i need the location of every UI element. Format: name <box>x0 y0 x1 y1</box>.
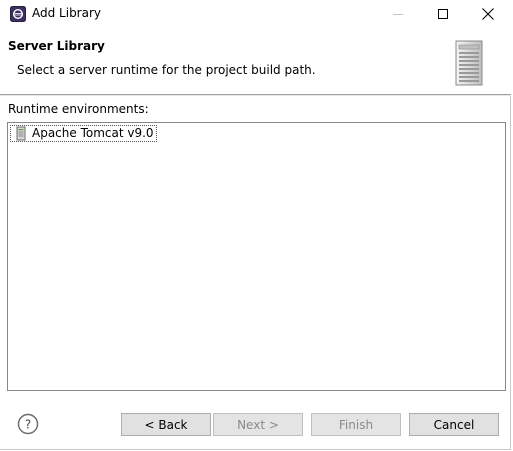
maximize-button[interactable] <box>420 0 466 28</box>
minimize-icon <box>393 13 403 15</box>
page-description: Select a server runtime for the project … <box>17 63 316 77</box>
runtime-environments-label: Runtime environments: <box>8 102 149 116</box>
server-library-icon <box>455 40 483 86</box>
close-button[interactable] <box>465 0 511 28</box>
title-bar: Add Library <box>0 0 511 28</box>
wizard-banner: Server Library Select a server runtime f… <box>0 28 511 95</box>
help-icon[interactable]: ? <box>17 413 39 435</box>
finish-button[interactable]: Finish <box>311 413 401 436</box>
minimize-button[interactable] <box>375 0 421 28</box>
svg-text:?: ? <box>25 418 31 432</box>
close-icon <box>482 8 494 20</box>
next-button[interactable]: Next > <box>213 413 303 436</box>
runtime-environments-list[interactable]: Apache Tomcat v9.0 <box>7 122 506 391</box>
tomcat-server-icon <box>16 126 26 141</box>
list-item[interactable]: Apache Tomcat v9.0 <box>10 125 157 142</box>
window-title: Add Library <box>32 6 102 20</box>
back-button[interactable]: < Back <box>121 413 211 436</box>
runtime-item-label: Apache Tomcat v9.0 <box>32 126 154 140</box>
cancel-button[interactable]: Cancel <box>409 413 499 436</box>
page-title: Server Library <box>8 39 105 53</box>
banner-divider <box>0 95 511 96</box>
eclipse-app-icon <box>10 6 26 22</box>
maximize-icon <box>438 9 448 19</box>
add-library-dialog: Add Library Server Library Select a serv… <box>0 0 511 450</box>
